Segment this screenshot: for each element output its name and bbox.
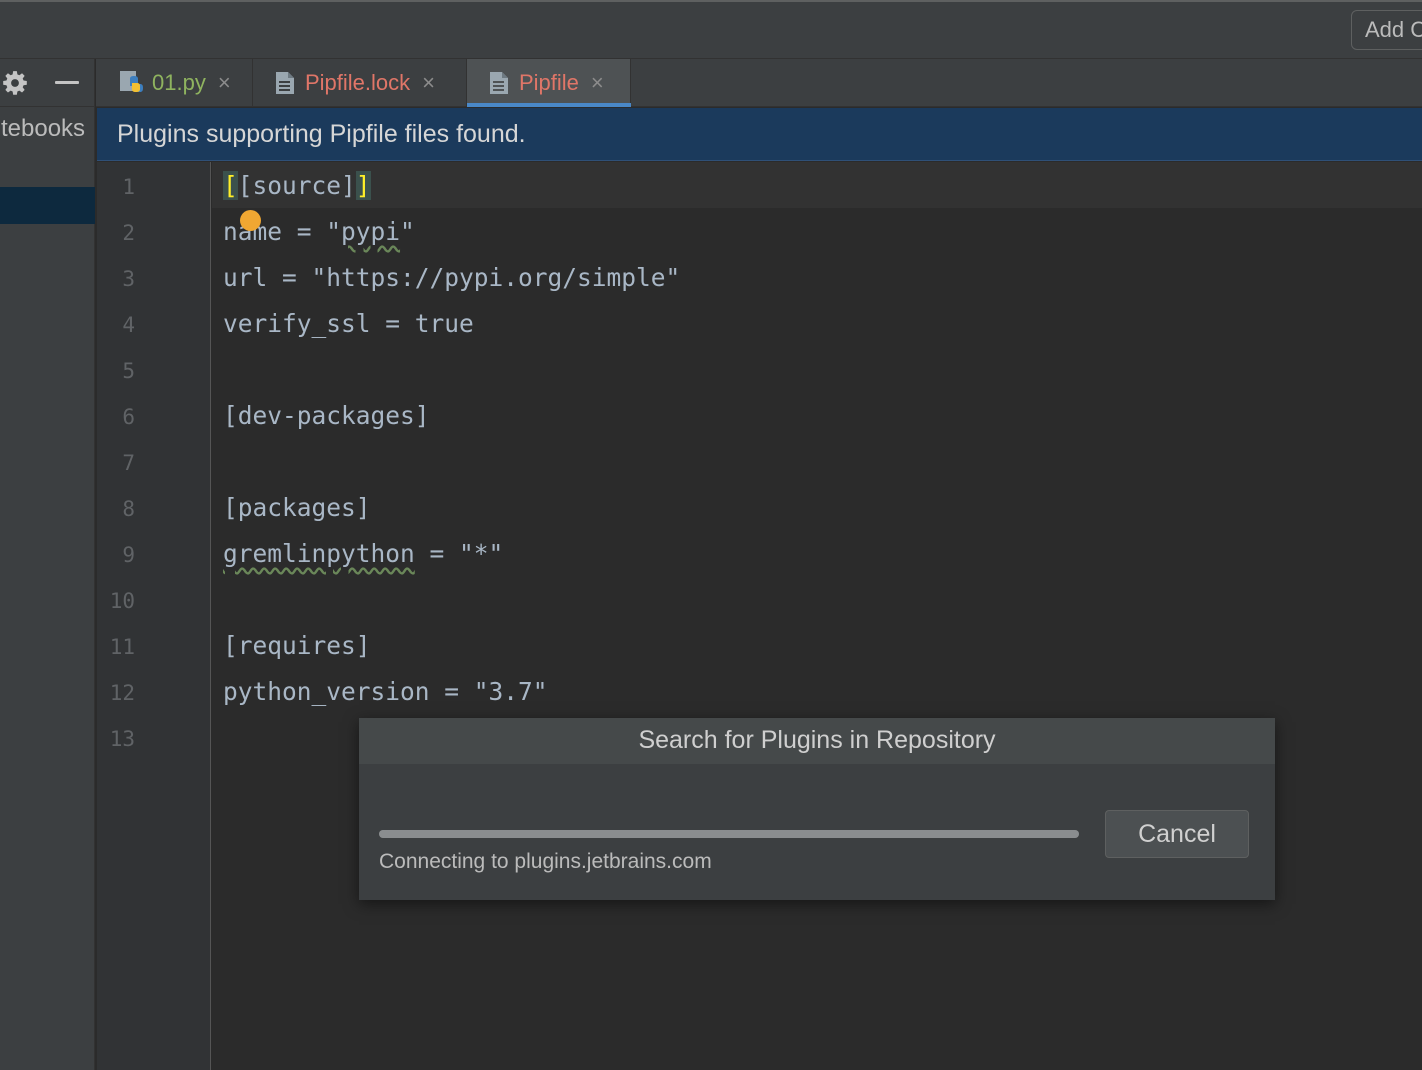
banner-message: Plugins supporting Pipfile files found.	[117, 120, 526, 148]
tab-label: 01.py	[152, 70, 206, 95]
tab-label: Pipfile	[519, 70, 579, 95]
code-line[interactable]: [[source]]	[223, 171, 371, 200]
code-line[interactable]: url = "https://pypi.org/simple"	[223, 263, 680, 292]
tool-window-header	[0, 59, 95, 107]
dialog-title-bar: Search for Plugins in Repository	[359, 718, 1275, 764]
progress-status-text: Connecting to plugins.jetbrains.com	[379, 850, 712, 873]
intention-bulb-icon[interactable]	[240, 210, 261, 231]
add-configuration-button[interactable]: Add C	[1351, 10, 1422, 50]
tab-01-py[interactable]: 01.py ×	[96, 59, 253, 107]
line-number-gutter: 1 2 3 4 5 6 7 8 9 10 11 12 13	[97, 162, 211, 1070]
line-number: 10	[109, 589, 135, 613]
progress-bar-fill	[379, 830, 1079, 838]
line-number: 2	[122, 221, 135, 245]
line-number: 11	[109, 635, 135, 659]
line-number: 12	[109, 681, 135, 705]
progress-bar	[379, 830, 1079, 838]
code-line[interactable]: gremlinpython = "*"	[223, 539, 503, 568]
gear-icon[interactable]	[2, 70, 28, 96]
line-number: 1	[122, 175, 135, 199]
line-number: 9	[122, 543, 135, 567]
code-line[interactable]: [packages]	[223, 493, 371, 522]
plugin-suggestion-banner: Plugins supporting Pipfile files found.	[97, 108, 1422, 161]
main-toolbar: Add C	[0, 0, 1422, 59]
close-icon[interactable]: ×	[218, 70, 231, 96]
code-line[interactable]: verify_ssl = true	[223, 309, 474, 338]
active-tab-indicator	[467, 103, 631, 107]
text-file-icon	[276, 72, 294, 94]
tab-pipfile-lock[interactable]: Pipfile.lock ×	[253, 59, 467, 107]
code-line[interactable]: [dev-packages]	[223, 401, 430, 430]
code-editor[interactable]: 1 2 3 4 5 6 7 8 9 10 11 12 13 [[source]] name = "pypi…	[97, 162, 1422, 1070]
current-line-highlight	[212, 162, 1422, 208]
line-number: 8	[122, 497, 135, 521]
dialog-title: Search for Plugins in Repository	[638, 726, 996, 754]
cancel-button[interactable]: Cancel	[1105, 810, 1249, 858]
code-line[interactable]: python_version = "3.7"	[223, 677, 548, 706]
editor-tab-bar: 01.py × Pipfile.lock × Pipfile ×	[96, 59, 1422, 107]
line-number: 7	[122, 451, 135, 475]
code-line[interactable]: [requires]	[223, 631, 371, 660]
project-tree-selected-row[interactable]	[0, 187, 95, 224]
line-number: 13	[109, 727, 135, 751]
line-number: 6	[122, 405, 135, 429]
tab-pipfile[interactable]: Pipfile ×	[467, 59, 631, 107]
line-number: 5	[122, 359, 135, 383]
project-tree-item[interactable]: tebooks	[1, 115, 95, 143]
minimize-icon[interactable]	[55, 81, 79, 84]
close-icon[interactable]: ×	[422, 70, 435, 96]
plugin-search-dialog: Search for Plugins in Repository Connect…	[359, 718, 1275, 900]
python-file-icon	[120, 71, 143, 92]
line-number: 3	[122, 267, 135, 291]
close-icon[interactable]: ×	[591, 70, 604, 96]
text-file-icon	[490, 72, 508, 94]
project-tool-window: tebooks	[0, 59, 95, 1070]
tab-label: Pipfile.lock	[305, 70, 411, 95]
line-number: 4	[122, 313, 135, 337]
